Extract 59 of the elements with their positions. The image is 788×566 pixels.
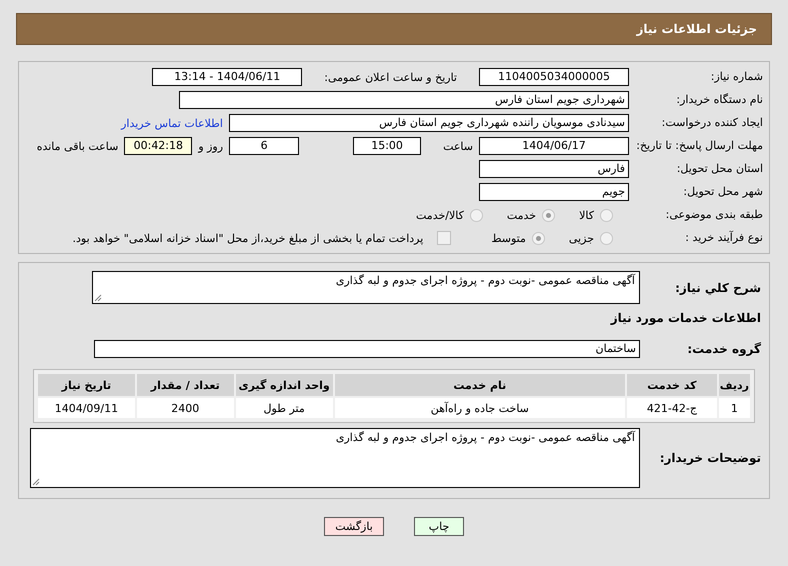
radio-button[interactable]: [600, 208, 613, 222]
page-title: جزئیات اطلاعات نیاز: [636, 22, 757, 36]
field-label: ساعت: [443, 140, 473, 152]
radio-button[interactable]: [532, 232, 545, 244]
field-label: ساعت باقی مانده: [36, 140, 118, 152]
table-cell: 1: [718, 398, 750, 418]
table-cell: متر طول: [236, 398, 333, 418]
field-label: ایجاد کننده درخواست:: [660, 116, 764, 130]
announce-date-field[interactable]: 1404/06/11 - 13:14: [152, 68, 302, 86]
radio-label: متوسط: [491, 232, 526, 244]
table-cell: 1404/09/11: [38, 398, 135, 418]
field-label: گروه خدمت:: [686, 342, 762, 356]
description-textarea[interactable]: آگهی مناقصه عمومی -نوبت دوم - پروژه اجرای جدوم و لبه گذاری: [92, 271, 640, 304]
need-number-field[interactable]: 1104005034000005: [479, 68, 629, 86]
column-header: ردیف: [718, 374, 750, 396]
radio-label: خدمت: [506, 208, 536, 222]
field-label: شرح کلي نياز:: [674, 280, 762, 294]
field-label: شماره نیاز:: [710, 70, 764, 84]
resize-grip-icon[interactable]: [94, 294, 102, 302]
table-cell: ج-42-421: [627, 398, 717, 418]
radio-label: کالا: [579, 208, 594, 222]
resize-grip-icon[interactable]: [32, 478, 40, 486]
creator-field[interactable]: سیدنادی موسویان راننده شهرداری جویم استان فارس: [229, 114, 629, 132]
radio-label: کالا/خدمت: [416, 208, 464, 222]
column-header: نام خدمت: [334, 374, 626, 396]
table-cell: ساخت جاده و راه‌آهن: [334, 398, 626, 418]
field-label: نام دستگاه خریدار:: [675, 93, 764, 107]
table-cell: 2400: [136, 398, 234, 418]
radio-button[interactable]: [470, 208, 483, 222]
print-button[interactable]: چاپ: [414, 517, 464, 536]
field-label: نوع فرآیند خرید :: [684, 231, 764, 245]
field-label: تاریخ و ساعت اعلان عمومی:: [324, 70, 457, 84]
time-field[interactable]: 15:00: [353, 137, 422, 155]
column-header: تاریخ نیاز: [38, 374, 135, 396]
buyer-notes-textarea[interactable]: آگهی مناقصه عمومی -نوبت دوم - پروژه اجرای جدوم و لبه گذاری: [30, 428, 640, 488]
checkbox-label: پرداخت تمام یا بخشی از مبلغ خرید،از محل "اسناد خزانه اسلامی" خواهد بود.: [72, 232, 424, 244]
column-header: واحد اندازه گیری: [236, 374, 333, 396]
province-field[interactable]: فارس: [479, 160, 629, 178]
days-field[interactable]: 6: [229, 137, 300, 155]
date-field[interactable]: 1404/06/17: [479, 137, 629, 155]
section-heading: اطلاعات خدمات مورد نیاز: [610, 311, 762, 325]
column-header: تعداد / مقدار: [136, 374, 234, 396]
field-label: استان محل تحویل:: [676, 162, 764, 176]
back-button[interactable]: بازگشت: [324, 517, 384, 536]
field-label: روز و: [198, 140, 224, 152]
radio-button[interactable]: [542, 208, 556, 222]
contact-link[interactable]: اطلاعات تماس خریدار: [121, 116, 223, 130]
field-label: شهر محل تحویل:: [682, 185, 764, 199]
checkbox[interactable]: [437, 231, 452, 245]
city-field[interactable]: جویم: [479, 183, 629, 201]
column-header: کد خدمت: [627, 374, 717, 396]
field-label: طبقه بندی موضوعی:: [664, 208, 764, 222]
field-label: توضیحات خریدار:: [658, 451, 762, 465]
buyer-field[interactable]: شهرداری جویم استان فارس: [179, 91, 629, 109]
remaining-time-field[interactable]: 00:42:18: [124, 137, 192, 155]
radio-label: جزیی: [568, 232, 594, 244]
service-group-field[interactable]: ساختمان: [94, 340, 640, 358]
field-label: مهلت ارسال پاسخ: تا تاریخ:: [635, 139, 764, 153]
radio-button[interactable]: [600, 232, 613, 244]
